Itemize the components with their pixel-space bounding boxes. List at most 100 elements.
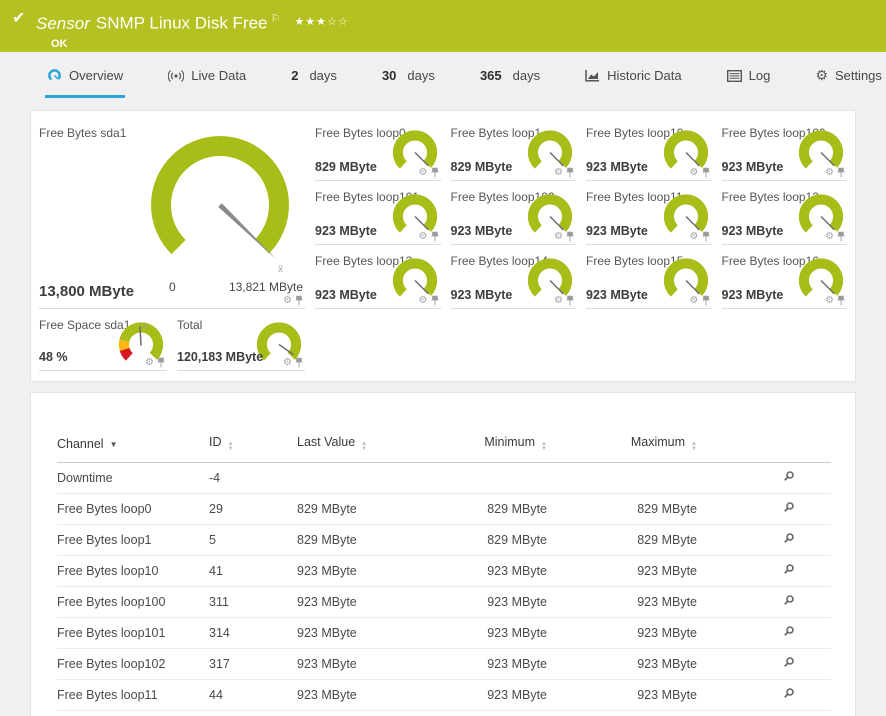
gauge-cell-loop0[interactable]: Free Bytes loop0 829 MByte ⚙ (315, 117, 441, 181)
table-row-loop101[interactable]: Free Bytes loop101 314 923 MByte 923 MBy… (57, 618, 831, 649)
cell-minimum: 923 MByte (482, 649, 602, 680)
gear-icon[interactable]: ⚙ (825, 232, 834, 242)
gauge-cell-loop11[interactable]: Free Bytes loop11 923 MByte ⚙ (586, 181, 712, 245)
gear-icon[interactable]: ⚙ (554, 232, 563, 242)
gauge-cell-total[interactable]: Total 120,183 MByte ⚙ (177, 309, 305, 371)
table-row-loop11[interactable]: Free Bytes loop11 44 923 MByte 923 MByte… (57, 680, 831, 711)
pin-icon[interactable] (566, 231, 574, 242)
tab-365-days[interactable]: 365 days (478, 52, 542, 98)
table-row-downtime[interactable]: Downtime -4 (57, 463, 831, 494)
cell-last-value: 923 MByte (297, 711, 482, 716)
gauge-cell-free-space-sda1[interactable]: Free Space sda1 x̄ 48 % ⚙ (39, 309, 167, 371)
tab-2-days[interactable]: 2 days (289, 52, 339, 98)
gauge-cell-loop1[interactable]: Free Bytes loop1 829 MByte ⚙ (451, 117, 577, 181)
gear-icon[interactable]: ⚙ (825, 296, 834, 306)
gear-icon[interactable]: ⚙ (283, 358, 292, 368)
pin-icon[interactable] (295, 295, 303, 306)
tab-settings[interactable]: ⚙ Settings (813, 52, 884, 98)
cell-channel[interactable]: Free Bytes loop10 (57, 556, 209, 587)
pin-icon[interactable] (837, 167, 845, 178)
column-header-minimum[interactable]: Minimum▲▼ (482, 429, 602, 463)
priority-stars[interactable]: ★★★☆☆ (294, 16, 348, 28)
gauge-cell-loop12[interactable]: Free Bytes loop12 923 MByte ⚙ (722, 181, 848, 245)
gauge-cell-free-bytes-sda1[interactable]: Free Bytes sda1 x̄ 0 13,821 MByte 13,800… (39, 117, 305, 309)
table-row-loop1[interactable]: Free Bytes loop1 5 829 MByte 829 MByte 8… (57, 525, 831, 556)
gear-icon[interactable]: ⚙ (690, 168, 699, 178)
cell-id: 314 (209, 618, 297, 649)
cell-channel[interactable]: Free Bytes loop102 (57, 649, 209, 680)
sensor-title-block: SensorSNMP Linux Disk Free⚐★★★☆☆ OK (36, 8, 349, 50)
tab-30-days[interactable]: 30 days (380, 52, 437, 98)
edit-channel-wrench-icon[interactable] (782, 470, 795, 483)
edit-channel-wrench-icon[interactable] (782, 625, 795, 638)
sensor-header-bar: ✔ SensorSNMP Linux Disk Free⚐★★★☆☆ OK (0, 0, 886, 52)
edit-channel-wrench-icon[interactable] (782, 501, 795, 514)
cell-id: 44 (209, 680, 297, 711)
pin-icon[interactable] (566, 295, 574, 306)
column-label: Maximum (631, 435, 685, 449)
column-header-id[interactable]: ID▲▼ (209, 429, 297, 463)
tab-overview[interactable]: Overview (45, 52, 125, 98)
gear-icon[interactable]: ⚙ (283, 296, 292, 306)
tab-label: days (407, 68, 434, 83)
channel-value: 923 MByte (315, 288, 377, 302)
gear-icon[interactable]: ⚙ (419, 168, 428, 178)
pin-icon[interactable] (295, 357, 303, 368)
table-row-loop12[interactable]: Free Bytes loop12 47 923 MByte 923 MByte… (57, 711, 831, 716)
cell-id: 5 (209, 525, 297, 556)
pin-icon[interactable] (431, 295, 439, 306)
flag-icon[interactable]: ⚐ (271, 13, 281, 25)
column-header-last-value[interactable]: Last Value▲▼ (297, 429, 482, 463)
cell-channel[interactable]: Downtime (57, 463, 209, 494)
pin-icon[interactable] (157, 357, 165, 368)
cell-maximum: 923 MByte (602, 649, 752, 680)
page-title: SNMP Linux Disk Free (96, 14, 268, 33)
table-row-loop0[interactable]: Free Bytes loop0 29 829 MByte 829 MByte … (57, 494, 831, 525)
column-header-channel[interactable]: Channel▼ (57, 429, 209, 463)
table-row-loop10[interactable]: Free Bytes loop10 41 923 MByte 923 MByte… (57, 556, 831, 587)
cell-channel[interactable]: Free Bytes loop0 (57, 494, 209, 525)
pin-icon[interactable] (837, 231, 845, 242)
gear-icon[interactable]: ⚙ (825, 168, 834, 178)
tab-historic-data[interactable]: Historic Data (583, 52, 683, 98)
cell-channel[interactable]: Free Bytes loop100 (57, 587, 209, 618)
pin-icon[interactable] (702, 295, 710, 306)
cell-channel[interactable]: Free Bytes loop101 (57, 618, 209, 649)
cell-channel[interactable]: Free Bytes loop1 (57, 525, 209, 556)
table-row-loop102[interactable]: Free Bytes loop102 317 923 MByte 923 MBy… (57, 649, 831, 680)
gauge-cell-loop13[interactable]: Free Bytes loop13 923 MByte ⚙ (315, 245, 441, 309)
gauge-cell-loop101[interactable]: Free Bytes loop101 923 MByte ⚙ (315, 181, 441, 245)
cell-channel[interactable]: Free Bytes loop12 (57, 711, 209, 716)
cell-last-value: 923 MByte (297, 587, 482, 618)
gauge-cell-loop102[interactable]: Free Bytes loop102 923 MByte ⚙ (451, 181, 577, 245)
cell-channel[interactable]: Free Bytes loop11 (57, 680, 209, 711)
edit-channel-wrench-icon[interactable] (782, 563, 795, 576)
pin-icon[interactable] (431, 231, 439, 242)
tab-log[interactable]: Log (725, 52, 773, 98)
gear-icon[interactable]: ⚙ (145, 358, 154, 368)
table-row-loop100[interactable]: Free Bytes loop100 311 923 MByte 923 MBy… (57, 587, 831, 618)
gear-icon[interactable]: ⚙ (554, 296, 563, 306)
edit-channel-wrench-icon[interactable] (782, 532, 795, 545)
tab-live-data[interactable]: Live Data (166, 52, 248, 98)
gauge-cell-loop14[interactable]: Free Bytes loop14 923 MByte ⚙ (451, 245, 577, 309)
gear-icon[interactable]: ⚙ (419, 232, 428, 242)
gear-icon[interactable]: ⚙ (690, 232, 699, 242)
edit-channel-wrench-icon[interactable] (782, 687, 795, 700)
cell-last-value: 829 MByte (297, 525, 482, 556)
gauge-cell-loop10[interactable]: Free Bytes loop10 923 MByte ⚙ (586, 117, 712, 181)
gauge-cell-loop100[interactable]: Free Bytes loop100 923 MByte ⚙ (722, 117, 848, 181)
edit-channel-wrench-icon[interactable] (782, 656, 795, 669)
pin-icon[interactable] (702, 167, 710, 178)
gear-icon[interactable]: ⚙ (554, 168, 563, 178)
column-header-maximum[interactable]: Maximum▲▼ (602, 429, 752, 463)
pin-icon[interactable] (566, 167, 574, 178)
pin-icon[interactable] (702, 231, 710, 242)
pin-icon[interactable] (837, 295, 845, 306)
pin-icon[interactable] (431, 167, 439, 178)
gear-icon[interactable]: ⚙ (419, 296, 428, 306)
edit-channel-wrench-icon[interactable] (782, 594, 795, 607)
gauge-cell-loop16[interactable]: Free Bytes loop16 923 MByte ⚙ (722, 245, 848, 309)
gauge-cell-loop15[interactable]: Free Bytes loop15 923 MByte ⚙ (586, 245, 712, 309)
gear-icon[interactable]: ⚙ (690, 296, 699, 306)
